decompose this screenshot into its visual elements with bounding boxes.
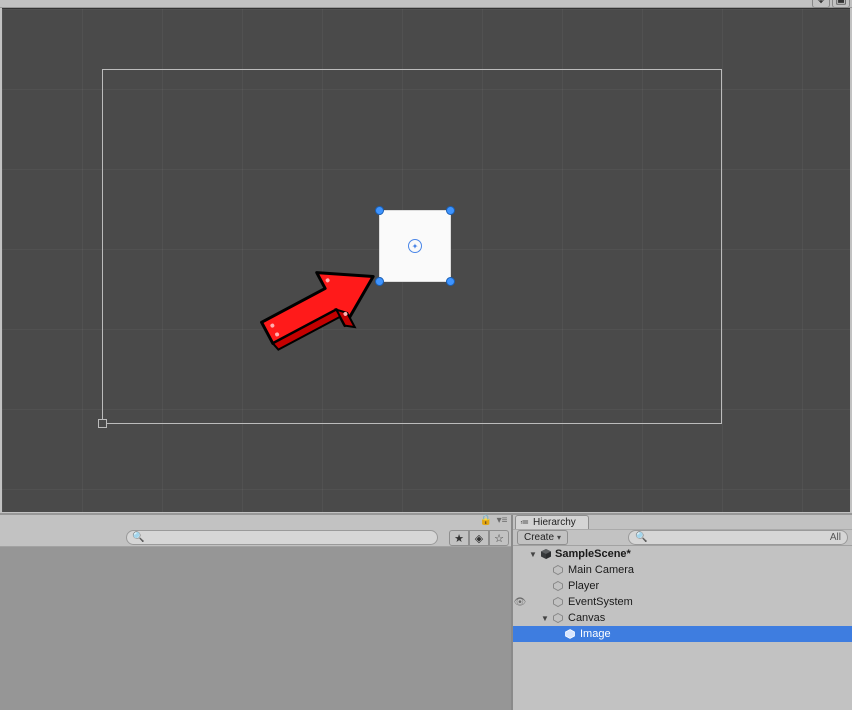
annotation-arrow <box>253 260 393 360</box>
project-panel: 🔒 ▾≡ 🔍 ★ ◈ ☆ <box>0 515 513 710</box>
hierarchy-item-main-camera[interactable]: Main Camera <box>513 562 852 578</box>
hierarchy-item-label: EventSystem <box>568 596 633 608</box>
pivot-indicator: ✦ <box>408 239 422 253</box>
hierarchy-panel: ≔ Hierarchy Create 🔍 All ▼ SampleS <box>513 515 852 710</box>
gizmo-toggle-icon[interactable]: ✥ <box>812 0 830 8</box>
filter-by-label-icon[interactable]: ☆ <box>489 530 509 546</box>
hierarchy-item-label: Image <box>580 628 611 640</box>
tab-hierarchy[interactable]: ≔ Hierarchy <box>515 515 589 529</box>
panel-options[interactable]: 🔒 ▾≡ <box>479 515 509 526</box>
foldout-icon[interactable]: ▼ <box>539 614 551 623</box>
hierarchy-tab-icon: ≔ <box>520 517 529 528</box>
camera-icon[interactable]: ▣ <box>832 0 850 8</box>
create-button-label: Create <box>524 532 554 543</box>
hierarchy-item-label: Main Camera <box>568 564 634 576</box>
resize-handle-br[interactable] <box>446 277 455 286</box>
hierarchy-item-label: Player <box>568 580 599 592</box>
hierarchy-scene-row[interactable]: ▼ SampleScene* <box>513 546 852 562</box>
search-icon: 🔍 <box>635 532 647 543</box>
hierarchy-item-image[interactable]: Image <box>513 626 852 642</box>
hierarchy-item-eventsystem[interactable]: 👁 EventSystem <box>513 594 852 610</box>
filter-by-type-icon[interactable]: ◈ <box>469 530 489 546</box>
project-search-input[interactable]: 🔍 <box>126 530 438 545</box>
foldout-icon[interactable]: ▼ <box>527 550 539 559</box>
panel-menu-icon[interactable]: ▾≡ <box>495 515 509 526</box>
hierarchy-item-player[interactable]: Player <box>513 578 852 594</box>
project-panel-body[interactable] <box>0 547 511 710</box>
search-icon: 🔍 <box>132 532 144 543</box>
scene-name-label: SampleScene* <box>555 548 631 560</box>
scene-view[interactable]: ✦ <box>2 8 850 512</box>
hierarchy-tab-label: Hierarchy <box>533 517 576 528</box>
hierarchy-search-input[interactable]: 🔍 All <box>628 530 848 545</box>
selected-image-object[interactable]: ✦ <box>379 210 451 282</box>
gameobject-icon <box>551 611 565 625</box>
lock-icon[interactable]: 🔒 <box>479 515 493 526</box>
hierarchy-item-canvas[interactable]: ▼ Canvas <box>513 610 852 626</box>
resize-handle-tl[interactable] <box>375 206 384 215</box>
create-button[interactable]: Create <box>517 530 568 545</box>
hierarchy-search-placeholder: All <box>830 532 841 543</box>
hierarchy-item-label: Canvas <box>568 612 605 624</box>
gameobject-icon <box>551 579 565 593</box>
gameobject-icon <box>563 627 577 641</box>
resize-handle-bl[interactable] <box>375 277 384 286</box>
canvas-anchor-handle[interactable] <box>98 419 107 428</box>
filter-save-search-icon[interactable]: ★ <box>449 530 469 546</box>
canvas-rect-gizmo[interactable]: ✦ <box>102 69 722 424</box>
gameobject-icon <box>551 563 565 577</box>
visibility-toggle-icon[interactable]: 👁 <box>513 597 527 608</box>
resize-handle-tr[interactable] <box>446 206 455 215</box>
unity-scene-icon <box>539 547 553 561</box>
hierarchy-tree[interactable]: ▼ SampleScene* Main Camera <box>513 546 852 710</box>
gameobject-icon <box>551 595 565 609</box>
scene-view-top-bar: ✥ ▣ <box>0 0 852 8</box>
